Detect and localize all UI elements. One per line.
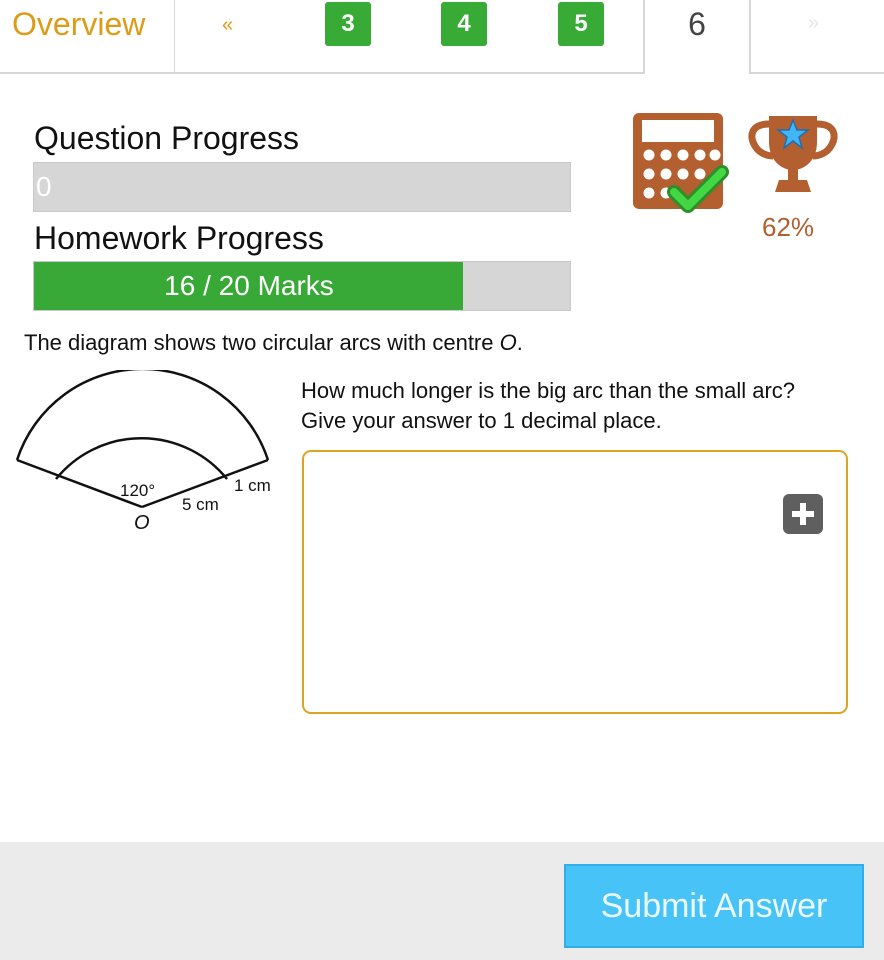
question-4-button[interactable]: 4	[441, 2, 487, 46]
question-progress-label: Question Progress	[34, 120, 300, 156]
homework-progress-value: 16 / 20 Marks	[164, 270, 334, 301]
question-intro-text: The diagram shows two circular arcs with…	[24, 330, 500, 355]
small-arc	[55, 437, 228, 480]
question-intro: The diagram shows two circular arcs with…	[24, 330, 523, 356]
next-page-button[interactable]: »	[808, 12, 819, 35]
answer-input-area[interactable]	[302, 450, 848, 714]
angle-label: 120°	[120, 481, 155, 500]
question-5-button[interactable]: 5	[558, 2, 604, 46]
homework-progress-label: Homework Progress	[34, 220, 324, 256]
calculator-allowed-icon	[633, 113, 729, 213]
question-nav-bar: Overview « 3 4 5 6 »	[0, 0, 884, 75]
question-progress-bar: 0	[33, 162, 571, 212]
question-prompt-line-1: How much longer is the big arc than the …	[301, 378, 796, 403]
question-intro-centre: O	[499, 330, 517, 355]
trophy-icon	[748, 116, 838, 192]
question-3-button[interactable]: 3	[325, 2, 371, 46]
question-prompt-line-2: Give your answer to 1 decimal place.	[301, 408, 662, 433]
tab-divider	[751, 72, 884, 74]
overview-tab[interactable]: Overview	[0, 0, 175, 72]
inner-radius-label: 5 cm	[182, 495, 219, 514]
question-intro-suffix: .	[516, 330, 523, 355]
centre-label: O	[134, 512, 150, 534]
tab-divider	[0, 72, 643, 74]
question-progress-value: 0	[36, 171, 52, 202]
gap-label: 1 cm	[234, 476, 271, 495]
big-arc	[15, 370, 270, 461]
submit-answer-button[interactable]: Submit Answer	[564, 864, 864, 948]
arcs-diagram: 120° 5 cm 1 cm O	[15, 370, 271, 534]
trophy-percent: 62%	[762, 212, 815, 242]
homework-progress-bar: 16 / 20 Marks	[33, 261, 571, 311]
prev-page-button[interactable]: «	[222, 14, 233, 37]
add-working-plus-icon[interactable]	[783, 494, 823, 534]
question-6-tab-active[interactable]: 6	[643, 0, 751, 74]
